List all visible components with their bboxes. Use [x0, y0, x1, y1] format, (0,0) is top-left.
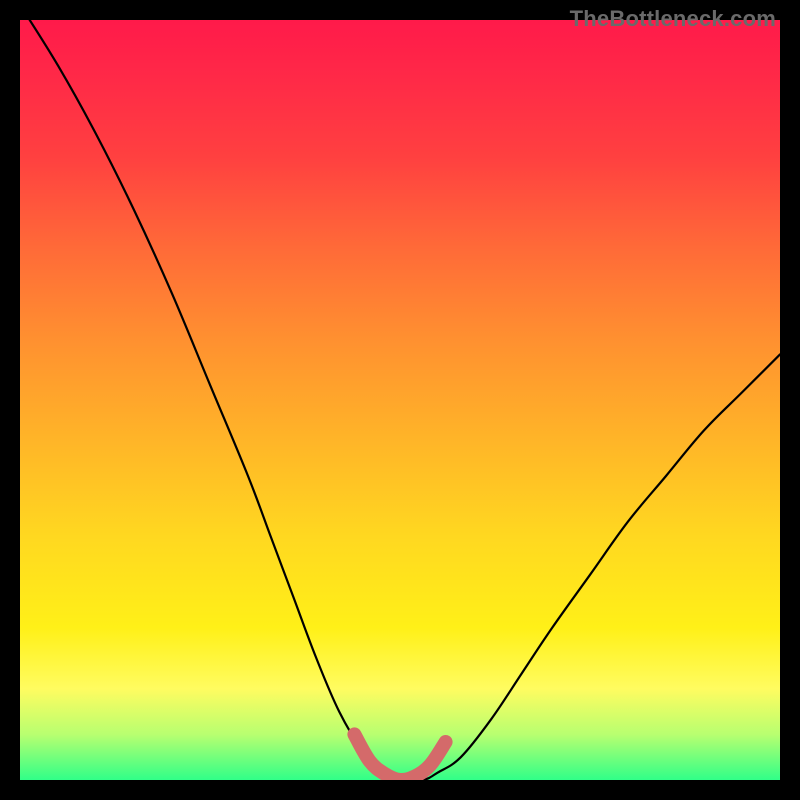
bottleneck-curve	[20, 20, 780, 780]
curve-svg	[20, 20, 780, 780]
chart-frame: TheBottleneck.com	[0, 0, 800, 800]
plot-area	[20, 20, 780, 780]
watermark-text: TheBottleneck.com	[570, 6, 776, 32]
optimal-band	[354, 734, 445, 780]
